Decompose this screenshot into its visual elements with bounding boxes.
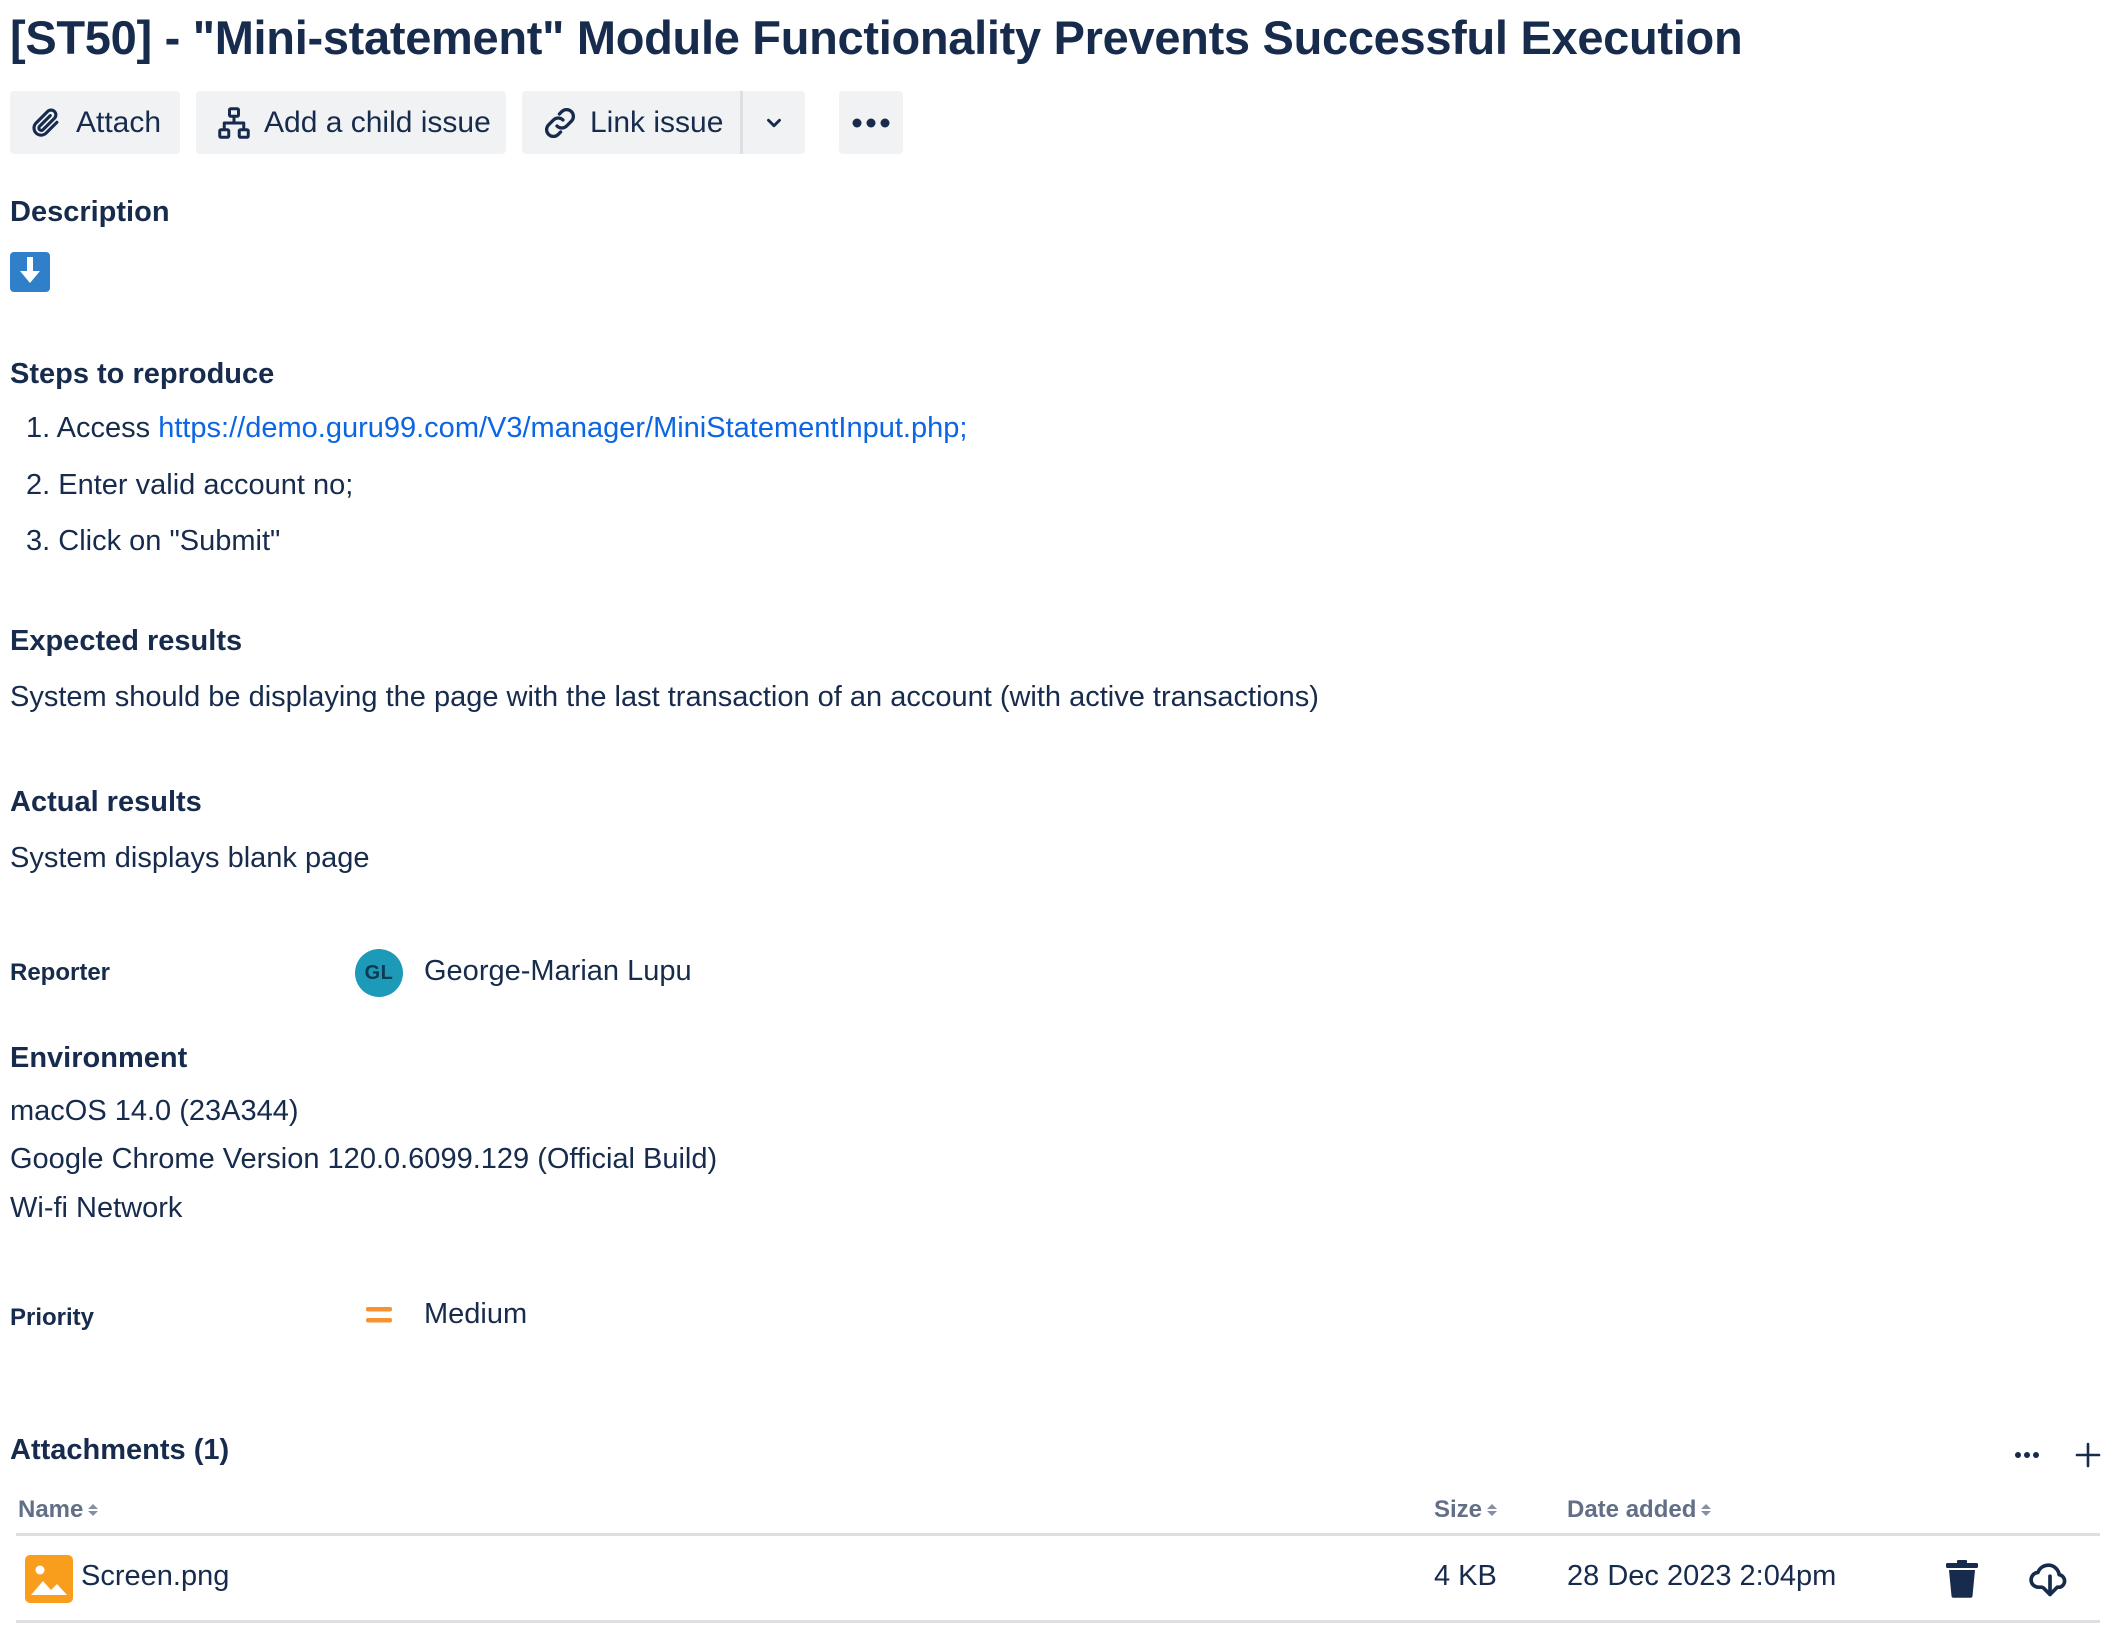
issue-title[interactable]: [ST50] - "Mini-statement" Module Functio…	[10, 10, 1743, 65]
reporter-label: Reporter	[10, 959, 111, 986]
attach-button[interactable]: Attach	[10, 91, 180, 154]
file-date-added: 28 Dec 2023 2:04pm	[1567, 1560, 1837, 1592]
reporter-name[interactable]: George-Marian Lupu	[424, 955, 692, 988]
download-attachment-button[interactable]	[2028, 1556, 2072, 1600]
column-header-date[interactable]: Date added	[1567, 1496, 1712, 1524]
column-header-name[interactable]: Name	[18, 1496, 99, 1524]
attachments-more-button[interactable]	[2009, 1440, 2045, 1470]
expected-results-heading: Expected results	[10, 625, 243, 657]
column-header-size[interactable]: Size	[1434, 1496, 1498, 1524]
description-heading: Description	[10, 196, 170, 228]
sort-icon	[88, 1504, 99, 1516]
add-child-issue-button[interactable]: Add a child issue	[196, 91, 506, 154]
download-arrow-icon	[10, 252, 50, 292]
image-file-icon	[25, 1555, 73, 1603]
link-issue-button[interactable]: Link issue	[522, 91, 740, 154]
priority-medium-icon	[366, 1304, 392, 1326]
table-row[interactable]: Screen.png 4 KB 28 Dec 2023 2:04pm	[16, 1536, 2100, 1620]
column-header-size-label: Size	[1434, 1496, 1483, 1523]
priority-label: Priority	[10, 1304, 95, 1331]
step-link[interactable]: https://demo.guru99.com/V3/manager/MiniS…	[158, 412, 967, 444]
attachments-heading: Attachments (1)	[10, 1434, 230, 1466]
step-text: Access	[56, 412, 159, 444]
more-horizontal-icon	[2015, 1452, 2039, 1458]
paperclip-icon	[32, 107, 59, 137]
issue-view: [ST50] - "Mini-statement" Module Functio…	[0, 0, 2110, 1646]
environment-line: Wi-fi Network	[10, 1192, 183, 1224]
avatar[interactable]: GL	[355, 949, 403, 997]
expected-results-text: System should be displaying the page wit…	[10, 681, 1319, 713]
priority-value[interactable]: Medium	[424, 1298, 527, 1331]
actual-results-heading: Actual results	[10, 786, 202, 818]
sort-icon	[1487, 1504, 1498, 1516]
add-child-issue-label: Add a child issue	[264, 105, 491, 139]
plus-icon	[2075, 1442, 2101, 1468]
step-text: Enter valid account no;	[58, 469, 354, 501]
cloud-download-icon	[2029, 1563, 2067, 1597]
link-issue-dropdown-button[interactable]	[743, 91, 805, 154]
step-number: 3.	[26, 525, 51, 557]
step-number: 2.	[26, 469, 51, 501]
actual-results-text: System displays blank page	[10, 842, 370, 874]
attach-label: Attach	[76, 105, 162, 139]
more-actions-button[interactable]	[839, 91, 903, 154]
environment-heading: Environment	[10, 1042, 188, 1074]
file-name[interactable]: Screen.png	[81, 1560, 229, 1593]
chevron-down-icon	[767, 118, 781, 127]
environment-line: macOS 14.0 (23A344)	[10, 1095, 299, 1127]
table-row-divider	[16, 1620, 2100, 1623]
step-number: 1.	[26, 412, 51, 444]
more-horizontal-icon	[852, 118, 890, 127]
column-header-date-label: Date added	[1567, 1496, 1697, 1523]
link-icon	[545, 107, 575, 138]
hierarchy-icon	[218, 106, 250, 139]
step-2: 2. Enter valid account no;	[26, 469, 353, 502]
trash-icon	[1946, 1560, 1978, 1598]
delete-attachment-button[interactable]	[1944, 1558, 1980, 1598]
column-header-name-label: Name	[18, 1496, 84, 1523]
file-size: 4 KB	[1434, 1560, 1497, 1592]
steps-heading: Steps to reproduce	[10, 358, 275, 390]
step-1: 1. Access https://demo.guru99.com/V3/man…	[26, 412, 967, 445]
environment-line: Google Chrome Version 120.0.6099.129 (Of…	[10, 1143, 718, 1175]
step-text: Click on "Submit"	[58, 525, 281, 557]
link-issue-label: Link issue	[590, 105, 724, 139]
step-3: 3. Click on "Submit"	[26, 525, 280, 558]
add-attachment-button[interactable]	[2070, 1437, 2106, 1473]
sort-icon	[1701, 1504, 1712, 1516]
